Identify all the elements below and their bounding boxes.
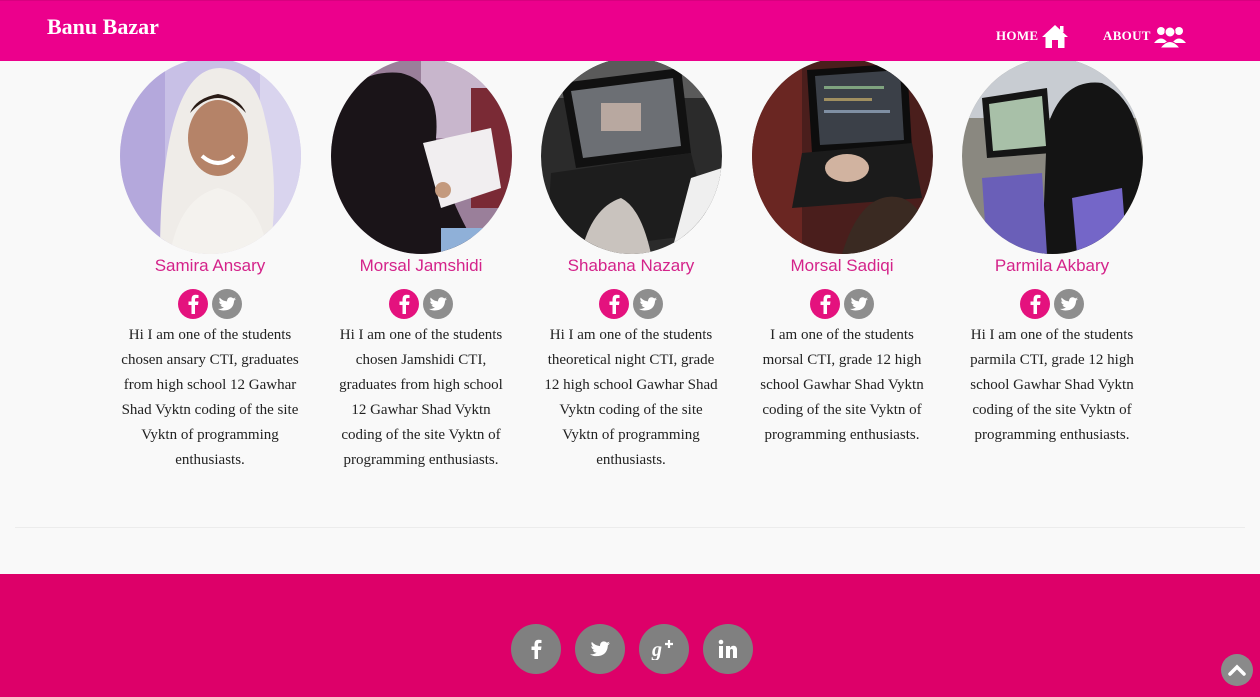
member-socials [952, 289, 1152, 321]
team-member-card: Morsal Sadiqi I am one of the students m… [742, 58, 942, 448]
twitter-icon[interactable] [575, 624, 625, 674]
nav-about-link[interactable]: ABOUT [1103, 21, 1186, 51]
member-photo [119, 58, 301, 254]
twitter-icon[interactable] [1054, 289, 1084, 319]
google-plus-icon[interactable]: g [639, 624, 689, 674]
nav-home-link[interactable]: HOME [996, 21, 1069, 51]
member-name: Morsal Sadiqi [790, 256, 894, 275]
brand-logo[interactable]: Banu Bazar [47, 14, 159, 40]
facebook-icon[interactable] [389, 289, 419, 319]
twitter-icon[interactable] [844, 289, 874, 319]
twitter-icon[interactable] [423, 289, 453, 319]
team-section: Samira Ansary Hi I am one of the student… [0, 0, 1260, 520]
member-name: Samira Ansary [154, 256, 266, 275]
member-name: Shabana Nazary [567, 256, 695, 275]
svg-text:g: g [651, 639, 662, 660]
navbar: Banu Bazar HOME ABOUT [0, 0, 1260, 61]
team-member-card: Samira Ansary Hi I am one of the student… [110, 58, 310, 473]
twitter-icon[interactable] [633, 289, 663, 319]
footer-socials: g [511, 624, 753, 674]
footer: g [0, 574, 1260, 697]
scroll-to-top-button[interactable] [1221, 654, 1253, 686]
member-name: Morsal Jamshidi [359, 256, 483, 275]
member-photo [540, 58, 722, 254]
team-member-card: Shabana Nazary Hi I am one of the studen… [531, 58, 731, 473]
nav-home-label: HOME [996, 28, 1039, 43]
member-name: Parmila Akbary [994, 256, 1110, 275]
facebook-icon[interactable] [1020, 289, 1050, 319]
nav-about-label: ABOUT [1103, 28, 1151, 43]
member-socials [110, 289, 310, 321]
users-icon [1153, 26, 1186, 48]
member-bio: Hi I am one of the students chosen Jamsh… [339, 327, 503, 468]
facebook-icon[interactable] [511, 624, 561, 674]
member-photo [330, 58, 512, 254]
member-bio: Hi I am one of the students chosen ansar… [121, 327, 299, 468]
member-socials [321, 289, 521, 321]
facebook-icon[interactable] [178, 289, 208, 319]
home-icon [1042, 25, 1069, 48]
member-bio: Hi I am one of the students theoretical … [544, 327, 718, 468]
member-photo [751, 58, 933, 254]
facebook-icon[interactable] [810, 289, 840, 319]
facebook-icon[interactable] [599, 289, 629, 319]
twitter-icon[interactable] [212, 289, 242, 319]
team-member-card: Parmila Akbary Hi I am one of the studen… [952, 58, 1152, 448]
member-bio: I am one of the students morsal CTI, gra… [760, 327, 924, 443]
section-divider [15, 527, 1245, 528]
member-socials [742, 289, 942, 321]
chevron-up-icon [1228, 664, 1246, 676]
member-socials [531, 289, 731, 321]
member-bio: Hi I am one of the students parmila CTI,… [970, 327, 1134, 443]
team-member-card: Morsal Jamshidi Hi I am one of the stude… [321, 58, 521, 473]
member-photo [961, 58, 1143, 254]
linkedin-icon[interactable] [703, 624, 753, 674]
